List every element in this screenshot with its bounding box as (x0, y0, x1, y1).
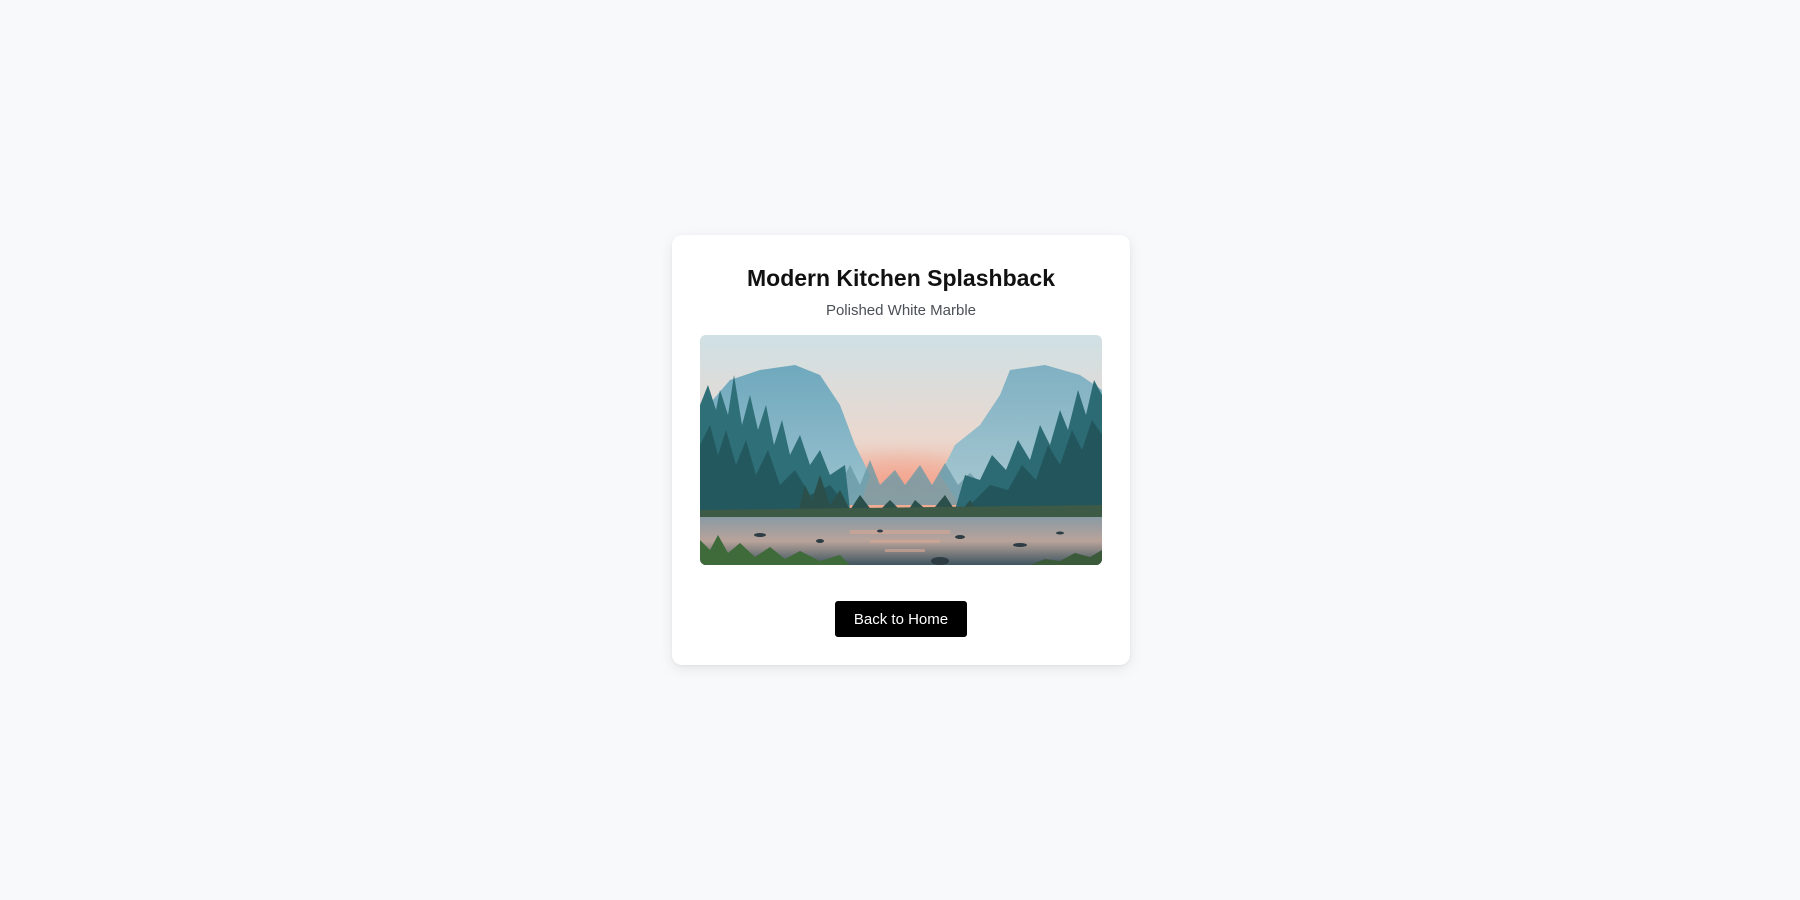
back-to-home-button[interactable]: Back to Home (835, 601, 967, 637)
page: Modern Kitchen Splashback Polished White… (0, 0, 1800, 900)
page-title: Modern Kitchen Splashback (746, 265, 1055, 291)
landscape-photo-icon (700, 335, 1102, 565)
product-subtitle: Polished White Marble (825, 302, 977, 319)
product-image (700, 335, 1102, 565)
product-card: Modern Kitchen Splashback Polished White… (672, 235, 1130, 665)
